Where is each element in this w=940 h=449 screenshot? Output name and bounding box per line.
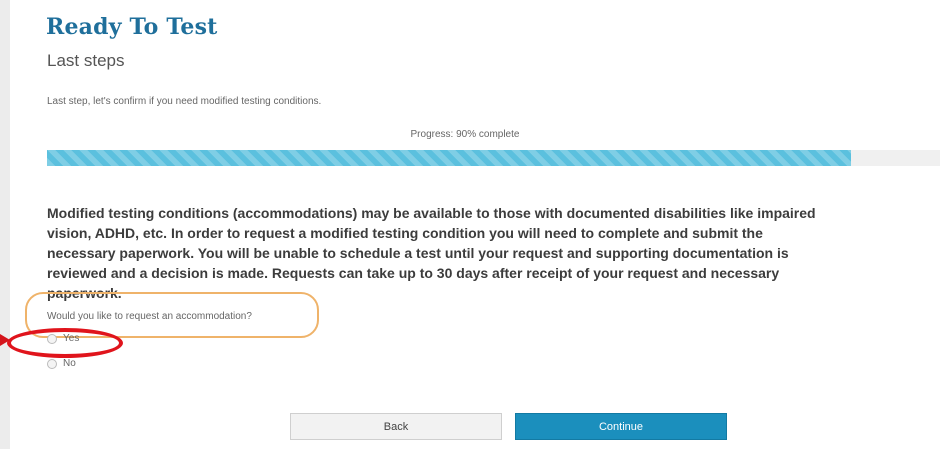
radio-option-no[interactable]: No xyxy=(47,358,76,369)
progress-label: Progress: 90% complete xyxy=(410,129,520,140)
highlight-ellipse xyxy=(7,328,123,358)
back-button[interactable]: Back xyxy=(290,413,502,440)
progress-fill xyxy=(47,150,851,166)
page-subtitle: Last steps xyxy=(47,51,125,70)
radio-no-label: No xyxy=(63,358,76,369)
accommodation-notice: Modified testing conditions (accommodati… xyxy=(47,205,816,301)
radio-no[interactable] xyxy=(47,358,57,369)
continue-button[interactable]: Continue xyxy=(515,413,727,440)
arrow-right-icon xyxy=(0,334,10,346)
page: Ready To Test Last steps Last step, let'… xyxy=(10,0,940,449)
intro-text: Last step, let's confirm if you need mod… xyxy=(47,96,322,107)
progress-bar xyxy=(47,150,940,166)
page-title: Ready To Test xyxy=(46,14,218,40)
